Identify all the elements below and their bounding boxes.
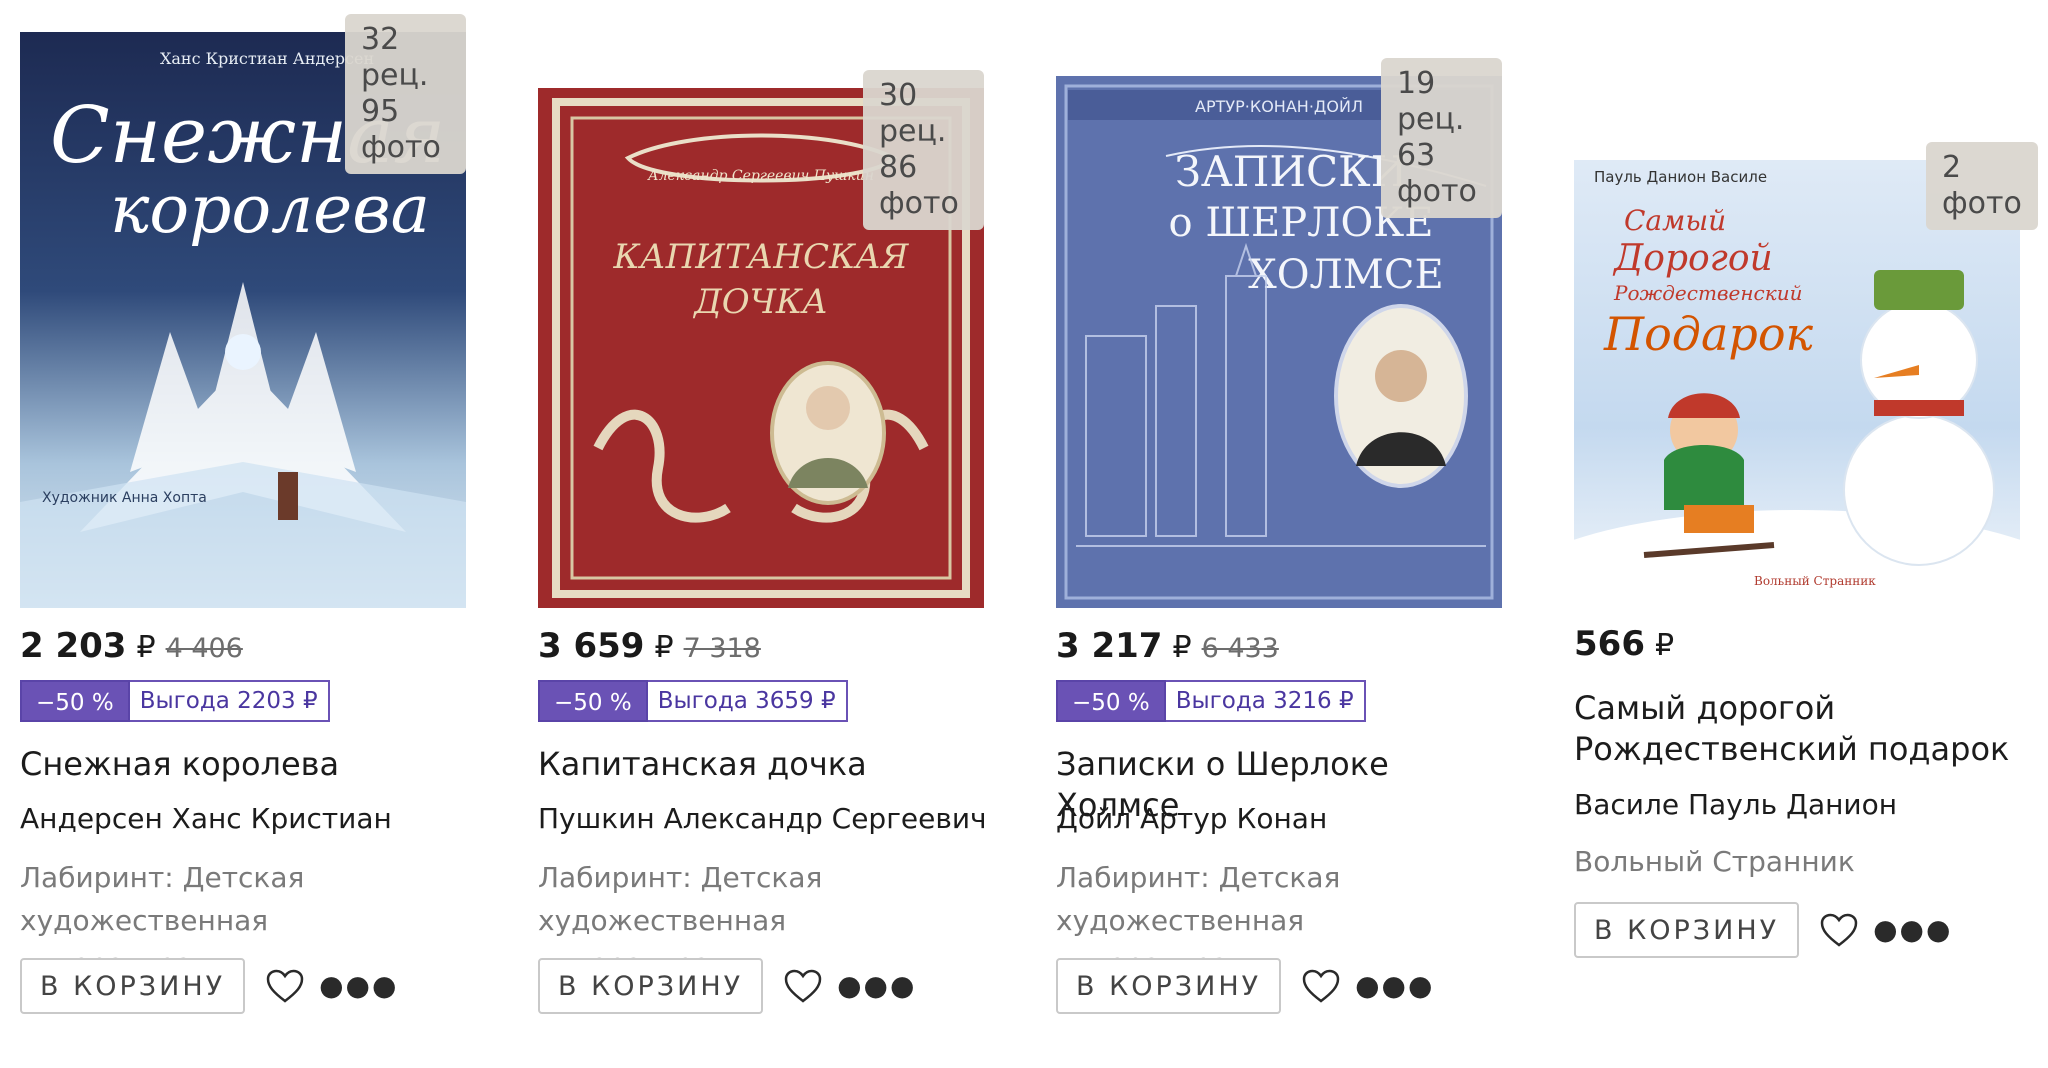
product-card: АРТУР·КОНАН·ДОЙЛ ЗАПИСКИ о ШЕРЛОКЕ ХОЛМС…: [1056, 0, 1576, 1068]
discount-badge: −50 % Выгода 3216 ₽: [1056, 680, 1366, 722]
book-title[interactable]: Снежная королева: [20, 744, 480, 785]
book-author[interactable]: Андерсен Ханс Кристиан: [20, 802, 392, 835]
favorite-heart-icon[interactable]: [1819, 912, 1859, 948]
card-actions: В КОРЗИНУ ●●●: [1574, 902, 1952, 958]
cover-link[interactable]: Александр Сергеевич Пушкин КАПИТАНСКАЯ Д…: [538, 70, 984, 608]
svg-text:королева: королева: [110, 171, 430, 248]
svg-text:Самый: Самый: [1624, 204, 1726, 237]
book-title[interactable]: Капитанская дочка: [538, 744, 998, 785]
book-author[interactable]: Василе Пауль Данион: [1574, 788, 1897, 821]
photos-badge[interactable]: 2 фото: [1926, 142, 2038, 230]
more-options-icon[interactable]: ●●●: [1873, 916, 1952, 944]
cover-link[interactable]: Ханс Кристиан Андерсен Снежная королева …: [20, 14, 466, 608]
old-price: 7 318: [683, 633, 761, 664]
savings-amount: Выгода 3659 ₽: [647, 680, 848, 722]
svg-text:Александр Сергеевич Пушкин: Александр Сергеевич Пушкин: [647, 168, 874, 184]
card-actions: В КОРЗИНУ ●●●: [1056, 958, 1434, 1014]
svg-text:АРТУР·КОНАН·ДОЙЛ: АРТУР·КОНАН·ДОЙЛ: [1195, 97, 1363, 116]
cover-link[interactable]: Пауль Данион Василе Самый Дорогой Рождес…: [1574, 142, 2038, 606]
favorite-heart-icon[interactable]: [265, 968, 305, 1004]
discount-percent: −50 %: [1056, 680, 1166, 722]
favorite-heart-icon[interactable]: [783, 968, 823, 1004]
add-to-cart-button[interactable]: В КОРЗИНУ: [1574, 902, 1800, 958]
discount-percent: −50 %: [20, 680, 130, 722]
current-price: 2 203: [20, 626, 127, 666]
favorite-heart-icon[interactable]: [1301, 968, 1341, 1004]
discount-percent: −50 %: [538, 680, 648, 722]
reviews-photos-badge[interactable]: 32 рец. 95 фото: [345, 14, 466, 174]
old-price: 6 433: [1201, 633, 1279, 664]
product-card: Ханс Кристиан Андерсен Снежная королева …: [20, 0, 540, 1068]
more-options-icon[interactable]: ●●●: [319, 972, 398, 1000]
savings-amount: Выгода 3216 ₽: [1165, 680, 1366, 722]
currency-sign: ₽: [136, 630, 156, 665]
currency-sign: ₽: [654, 630, 674, 665]
current-price: 3 217: [1056, 626, 1163, 666]
book-title[interactable]: Самый дорогой Рождественский подарок: [1574, 688, 2034, 770]
book-author[interactable]: Дойл Артур Конан: [1056, 802, 1327, 835]
svg-text:ДОЧКА: ДОЧКА: [692, 282, 828, 322]
price-row: 3 659 ₽ 7 318: [538, 626, 761, 666]
card-actions: В КОРЗИНУ ●●●: [538, 958, 916, 1014]
discount-badge: −50 % Выгода 2203 ₽: [20, 680, 330, 722]
svg-text:Ханс Кристиан Андерсен: Ханс Кристиан Андерсен: [160, 49, 374, 68]
svg-text:Художник Анна Хопта: Художник Анна Хопта: [42, 490, 207, 506]
card-actions: В КОРЗИНУ ●●●: [20, 958, 398, 1014]
cover-link[interactable]: АРТУР·КОНАН·ДОЙЛ ЗАПИСКИ о ШЕРЛОКЕ ХОЛМС…: [1056, 58, 1502, 608]
svg-text:Вольный Странник: Вольный Странник: [1754, 574, 1876, 588]
price-row: 2 203 ₽ 4 406: [20, 626, 243, 666]
old-price: 4 406: [165, 633, 243, 664]
svg-text:ЗАПИСКИ: ЗАПИСКИ: [1175, 147, 1408, 196]
add-to-cart-button[interactable]: В КОРЗИНУ: [1056, 958, 1282, 1014]
book-publisher[interactable]: Вольный Странник: [1574, 840, 1994, 883]
svg-text:ХОЛМСЕ: ХОЛМСЕ: [1248, 252, 1443, 298]
svg-text:КАПИТАНСКАЯ: КАПИТАНСКАЯ: [613, 237, 910, 277]
more-options-icon[interactable]: ●●●: [1355, 972, 1434, 1000]
add-to-cart-button[interactable]: В КОРЗИНУ: [20, 958, 246, 1014]
current-price: 566: [1574, 624, 1645, 664]
add-to-cart-button[interactable]: В КОРЗИНУ: [538, 958, 764, 1014]
price-row: 3 217 ₽ 6 433: [1056, 626, 1279, 666]
svg-text:Подарок: Подарок: [1603, 307, 1814, 361]
svg-text:Дорогой: Дорогой: [1612, 238, 1773, 279]
discount-badge: −50 % Выгода 3659 ₽: [538, 680, 848, 722]
product-card: Пауль Данион Василе Самый Дорогой Рождес…: [1574, 0, 2048, 1068]
book-author[interactable]: Пушкин Александр Сергеевич: [538, 802, 987, 835]
more-options-icon[interactable]: ●●●: [837, 972, 916, 1000]
svg-text:Рождественский: Рождественский: [1613, 281, 1802, 305]
reviews-photos-badge[interactable]: 19 рец. 63 фото: [1381, 58, 1502, 218]
current-price: 3 659: [538, 626, 645, 666]
product-card: Александр Сергеевич Пушкин КАПИТАНСКАЯ Д…: [538, 0, 1058, 1068]
reviews-photos-badge[interactable]: 30 рец. 86 фото: [863, 70, 984, 230]
currency-sign: ₽: [1654, 628, 1675, 663]
currency-sign: ₽: [1172, 630, 1192, 665]
price-row: 566 ₽: [1574, 624, 1674, 664]
svg-text:Пауль Данион Василе: Пауль Данион Василе: [1594, 168, 1767, 186]
savings-amount: Выгода 2203 ₽: [129, 680, 330, 722]
